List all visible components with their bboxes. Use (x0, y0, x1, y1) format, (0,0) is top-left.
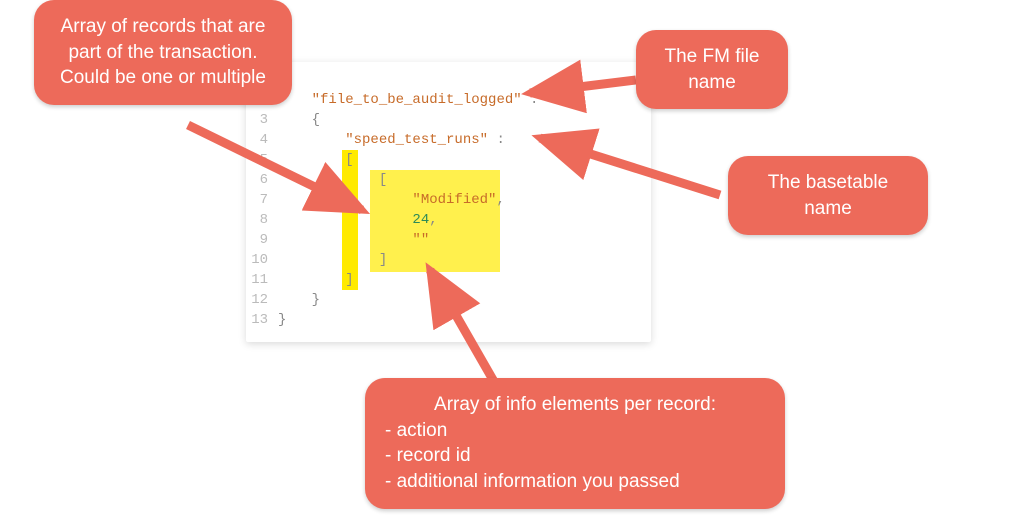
code-text: "file_to_be_audit_logged" : (278, 90, 538, 110)
line-number: 7 (246, 190, 278, 210)
line-number: 4 (246, 130, 278, 150)
code-text: } (278, 290, 320, 310)
code-text: { (278, 110, 320, 130)
code-text: 24, (278, 210, 438, 230)
callout-item: - action (385, 418, 765, 444)
code-content: 1{2 "file_to_be_audit_logged" :3 {4 "spe… (246, 70, 651, 330)
callout-fm-file-name: The FM file name (636, 30, 788, 109)
callout-per-record-info: Array of info elements per record: - act… (365, 378, 785, 509)
code-text: ] (278, 250, 387, 270)
line-number: 6 (246, 170, 278, 190)
callout-item: - record id (385, 443, 765, 469)
line-number: 12 (246, 290, 278, 310)
code-text: "speed_test_runs" : (278, 130, 505, 150)
code-line: 12 } (246, 290, 651, 310)
code-text: [ (278, 150, 354, 170)
code-line: 8 24, (246, 210, 651, 230)
line-number: 13 (246, 310, 278, 330)
code-line: 9 "" (246, 230, 651, 250)
code-line: 13} (246, 310, 651, 330)
code-text: [ (278, 170, 387, 190)
code-text: ] (278, 270, 354, 290)
line-number: 10 (246, 250, 278, 270)
line-number: 8 (246, 210, 278, 230)
code-line: 5 [ (246, 150, 651, 170)
code-text: "" (278, 230, 429, 250)
callout-basetable-name: The basetable name (728, 156, 928, 235)
code-block: 1{2 "file_to_be_audit_logged" :3 {4 "spe… (246, 62, 651, 342)
code-line: 3 { (246, 110, 651, 130)
callout-text: Array of records that are part of the tr… (60, 16, 266, 88)
code-text: } (278, 310, 286, 330)
code-text: "Modified", (278, 190, 505, 210)
callout-text: The FM file name (664, 46, 759, 93)
callout-text: The basetable name (768, 172, 888, 219)
code-line: 1{ (246, 70, 651, 90)
code-line: 10 ] (246, 250, 651, 270)
line-number: 5 (246, 150, 278, 170)
code-line: 4 "speed_test_runs" : (246, 130, 651, 150)
line-number: 11 (246, 270, 278, 290)
line-number: 3 (246, 110, 278, 130)
callout-item: - additional information you passed (385, 469, 765, 495)
code-line: 2 "file_to_be_audit_logged" : (246, 90, 651, 110)
callout-title: Array of info elements per record: (434, 394, 716, 415)
code-line: 7 "Modified", (246, 190, 651, 210)
callout-records-array: Array of records that are part of the tr… (34, 0, 292, 105)
code-line: 11 ] (246, 270, 651, 290)
line-number: 9 (246, 230, 278, 250)
code-line: 6 [ (246, 170, 651, 190)
